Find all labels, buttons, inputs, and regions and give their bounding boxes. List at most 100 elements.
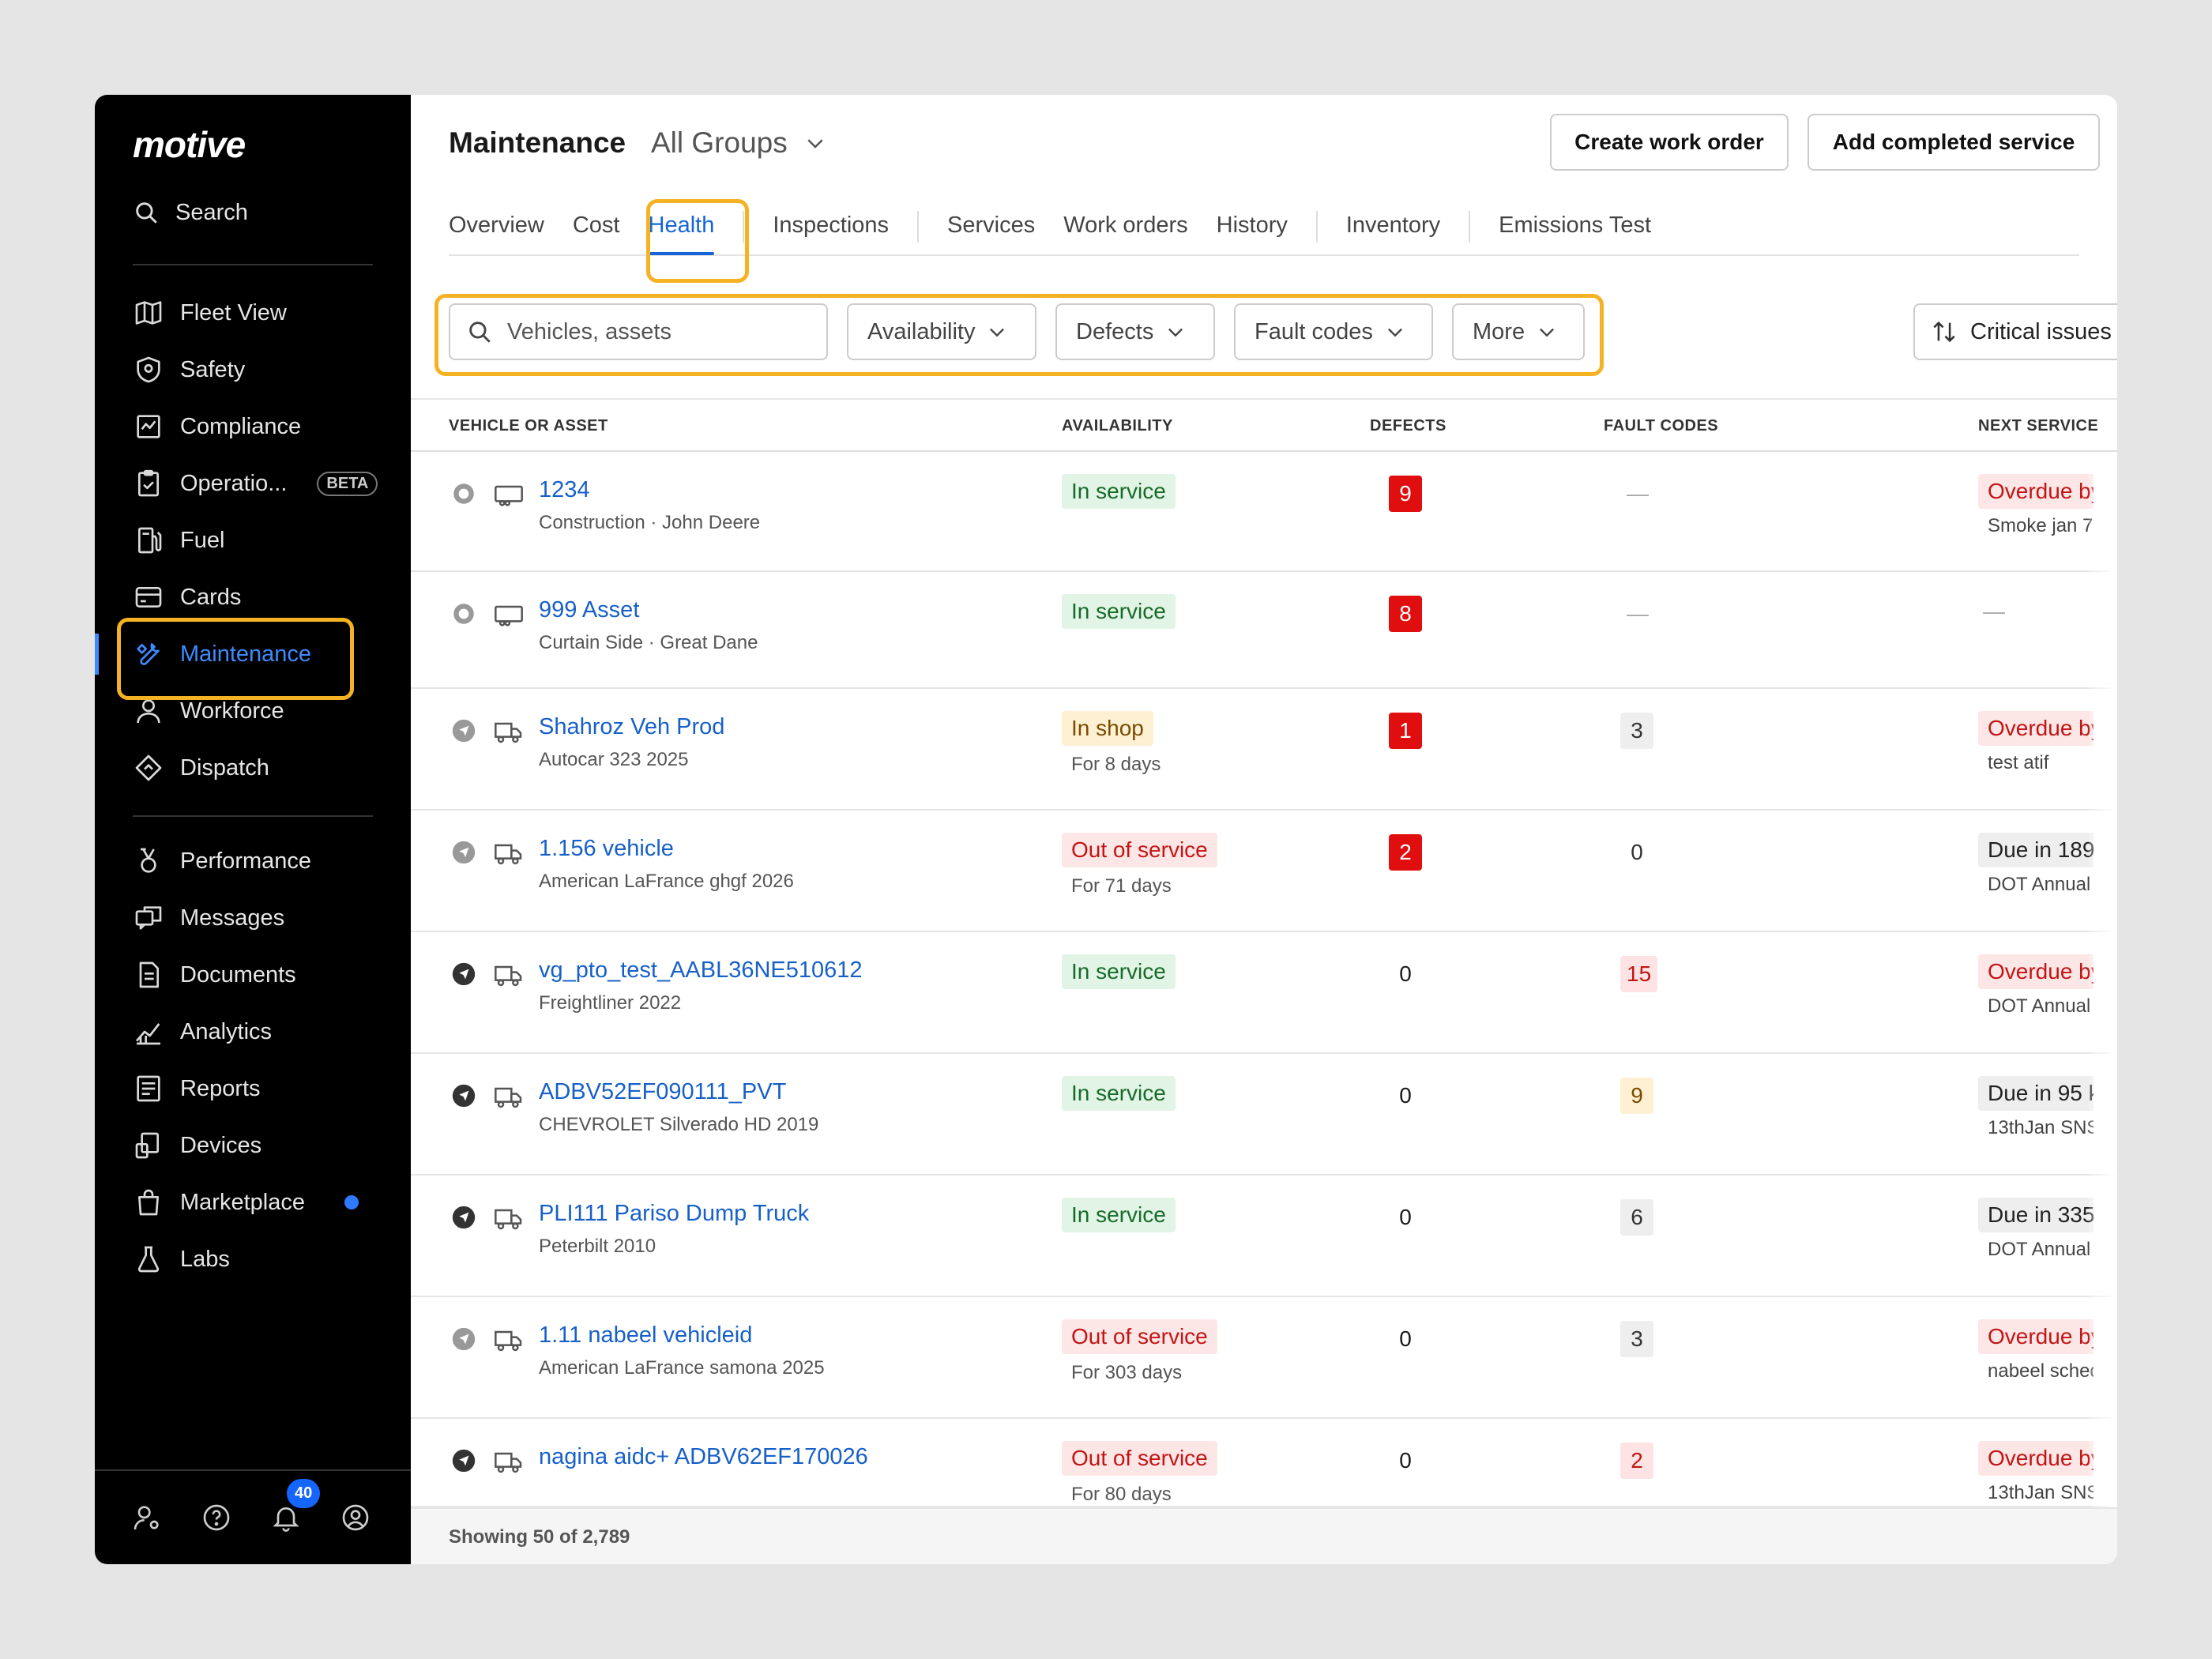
sidebar-item-cards[interactable]: Cards xyxy=(95,569,411,626)
sidebar-item-fuel[interactable]: Fuel xyxy=(95,512,411,569)
sidebar-item-compliance[interactable]: Compliance xyxy=(95,398,411,455)
sidebar-search[interactable]: Search xyxy=(133,199,248,226)
sidebar-item-dispatch[interactable]: Dispatch xyxy=(95,739,411,796)
tab-health[interactable]: Health xyxy=(648,198,714,255)
sort-select[interactable]: Critical issues xyxy=(1913,303,2117,360)
fault-codes-count[interactable]: 15 xyxy=(1620,956,1658,992)
fault-codes-count[interactable]: 0 xyxy=(1620,834,1653,871)
next-service-name: 13thJan SNSc xyxy=(1988,1482,2094,1503)
tab-overview[interactable]: Overview xyxy=(449,198,544,255)
defects-count[interactable]: 2 xyxy=(1389,834,1422,871)
sidebar-item-label: Documents xyxy=(180,961,296,988)
sidebar-item-maintenance[interactable]: Maintenance xyxy=(95,626,411,683)
sidebar-item-labs[interactable]: Labs xyxy=(95,1231,411,1288)
vehicle-name-link[interactable]: nagina aidc+ ADBV62EF170026 xyxy=(539,1444,868,1470)
sidebar-item-analytics[interactable]: Analytics xyxy=(95,1003,411,1060)
table-row[interactable]: 1.11 nabeel vehicleid American LaFrance s… xyxy=(411,1297,2117,1419)
fault-codes-count[interactable]: 6 xyxy=(1620,1199,1653,1236)
tab-work-orders[interactable]: Work orders xyxy=(1063,198,1187,255)
next-service-name: DOT Annual In xyxy=(1988,874,2094,895)
group-selector[interactable]: All Groups xyxy=(651,126,827,160)
sidebar-item-performance[interactable]: Performance xyxy=(95,833,411,890)
vehicle-name-link[interactable]: Shahroz Veh Prod xyxy=(539,714,724,740)
tab-cost[interactable]: Cost xyxy=(573,198,620,255)
table-row[interactable]: vg_pto_test_AABL36NE510612 Freightliner 2… xyxy=(411,932,2117,1054)
sidebar-item-reports[interactable]: Reports xyxy=(95,1060,411,1117)
notifications-bell-icon[interactable]: 40 xyxy=(270,1477,323,1533)
tab-services[interactable]: Services xyxy=(947,198,1035,255)
sidebar-item-documents[interactable]: Documents xyxy=(95,946,411,1003)
vehicle-name-link[interactable]: 1234 xyxy=(539,477,590,503)
add-completed-service-button[interactable]: Add completed service xyxy=(1808,114,2100,171)
fault-codes-count[interactable]: — xyxy=(1620,596,1655,632)
search-placeholder: Vehicles, assets xyxy=(507,318,672,344)
fault-codes-count[interactable]: 3 xyxy=(1620,713,1653,749)
defects-count[interactable]: 9 xyxy=(1389,476,1422,512)
vehicle-status-icon xyxy=(452,1206,476,1229)
fault-codes-count[interactable]: 3 xyxy=(1620,1321,1653,1357)
search-input[interactable]: Vehicles, assets xyxy=(449,303,828,360)
tab-history[interactable]: History xyxy=(1217,198,1288,255)
column-header-availability[interactable]: AVAILABILITY xyxy=(1062,417,1173,435)
column-header-defects[interactable]: DEFECTS xyxy=(1370,417,1446,435)
reports-icon xyxy=(137,1075,160,1102)
sidebar-item-messages[interactable]: Messages xyxy=(95,890,411,946)
next-service-status: Overdue by xyxy=(1978,474,2094,509)
user-settings-icon[interactable] xyxy=(131,1502,163,1533)
defects-count[interactable]: 8 xyxy=(1389,596,1422,632)
table-row[interactable]: 999 Asset Curtain Side · Great Dane In ser… xyxy=(411,572,2117,689)
sidebar-item-devices[interactable]: Devices xyxy=(95,1117,411,1174)
next-service-cell: Overdue by Smoke jan 7 a xyxy=(1978,452,2094,570)
tab-emissions-test[interactable]: Emissions Test xyxy=(1499,198,1651,255)
defects-count[interactable]: 0 xyxy=(1389,956,1422,992)
defects-count[interactable]: 0 xyxy=(1389,1078,1422,1114)
account-icon[interactable] xyxy=(340,1502,371,1533)
motive-logo[interactable]: motive xyxy=(133,123,246,166)
vehicle-status-icon xyxy=(453,604,474,624)
defects-count[interactable]: 0 xyxy=(1389,1443,1422,1479)
tab-inventory[interactable]: Inventory xyxy=(1346,198,1440,255)
table-row[interactable]: ADBV52EF090111_PVT CHEVROLET Silverado HD… xyxy=(411,1054,2117,1176)
vehicle-name-link[interactable]: ADBV52EF090111_PVT xyxy=(539,1079,786,1105)
sidebar-item-workforce[interactable]: Workforce xyxy=(95,683,411,739)
next-service-cell: Overdue by nabeel schedu xyxy=(1978,1297,2094,1417)
table-row[interactable]: PLI111 Pariso Dump Truck Peterbilt 2010 In… xyxy=(411,1176,2117,1297)
column-header-next-service[interactable]: NEXT SERVICE xyxy=(1978,417,2098,435)
sidebar-item-operatio[interactable]: Operatio... BETA xyxy=(95,455,411,512)
defects-filter[interactable]: Defects xyxy=(1055,303,1215,360)
defects-count[interactable]: 0 xyxy=(1389,1321,1422,1357)
more-filter[interactable]: More xyxy=(1452,303,1585,360)
next-service-status: Overdue by xyxy=(1978,954,2094,989)
column-header-fault-codes[interactable]: FAULT CODES xyxy=(1604,417,1718,435)
chevron-down-icon xyxy=(1540,328,1555,337)
next-service-cell: Overdue by 13thJan SNSc xyxy=(1978,1419,2094,1506)
defects-count[interactable]: 0 xyxy=(1389,1199,1422,1236)
sidebar-item-safety[interactable]: Safety xyxy=(95,341,411,398)
tab-inspections[interactable]: Inspections xyxy=(773,198,889,255)
vehicle-name-link[interactable]: 1.11 nabeel vehicleid xyxy=(539,1322,752,1349)
table-row[interactable]: 1.156 vehicle American LaFrance ghgf 2026… xyxy=(411,811,2117,932)
vehicle-name-link[interactable]: 1.156 vehicle xyxy=(539,836,674,862)
table-row[interactable]: nagina aidc+ ADBV62EF170026 Out of servic… xyxy=(411,1419,2117,1507)
table-row[interactable]: Shahroz Veh Prod Autocar 323 2025 In shop F… xyxy=(411,689,2117,811)
fault-codes-count[interactable]: — xyxy=(1620,476,1655,512)
sidebar-item-fleet-view[interactable]: Fleet View xyxy=(95,284,411,341)
help-icon[interactable] xyxy=(201,1502,232,1533)
availability-filter[interactable]: Availability xyxy=(847,303,1036,360)
column-header-vehicle[interactable]: VEHICLE OR ASSET xyxy=(449,417,608,435)
fault-codes-count[interactable]: 9 xyxy=(1620,1078,1653,1114)
fault-codes-count[interactable]: 2 xyxy=(1620,1443,1653,1479)
sidebar-item-label: Cards xyxy=(180,584,242,610)
truck-icon xyxy=(495,1452,522,1473)
next-service-name: nabeel schedu xyxy=(1988,1360,2094,1382)
vehicle-name-link[interactable]: 999 Asset xyxy=(539,597,639,623)
person-icon xyxy=(137,699,160,724)
defects-count[interactable]: 1 xyxy=(1389,713,1422,749)
table-row[interactable]: 1234 Construction · John Deere In service 9… xyxy=(411,452,2117,572)
fault-codes-filter[interactable]: Fault codes xyxy=(1234,303,1433,360)
next-service-cell: Due in 189 d DOT Annual In xyxy=(1978,811,2094,931)
sidebar-item-marketplace[interactable]: Marketplace xyxy=(95,1174,411,1231)
vehicle-name-link[interactable]: vg_pto_test_AABL36NE510612 xyxy=(539,957,863,984)
create-work-order-button[interactable]: Create work order xyxy=(1550,114,1789,171)
vehicle-name-link[interactable]: PLI111 Pariso Dump Truck xyxy=(539,1201,809,1227)
